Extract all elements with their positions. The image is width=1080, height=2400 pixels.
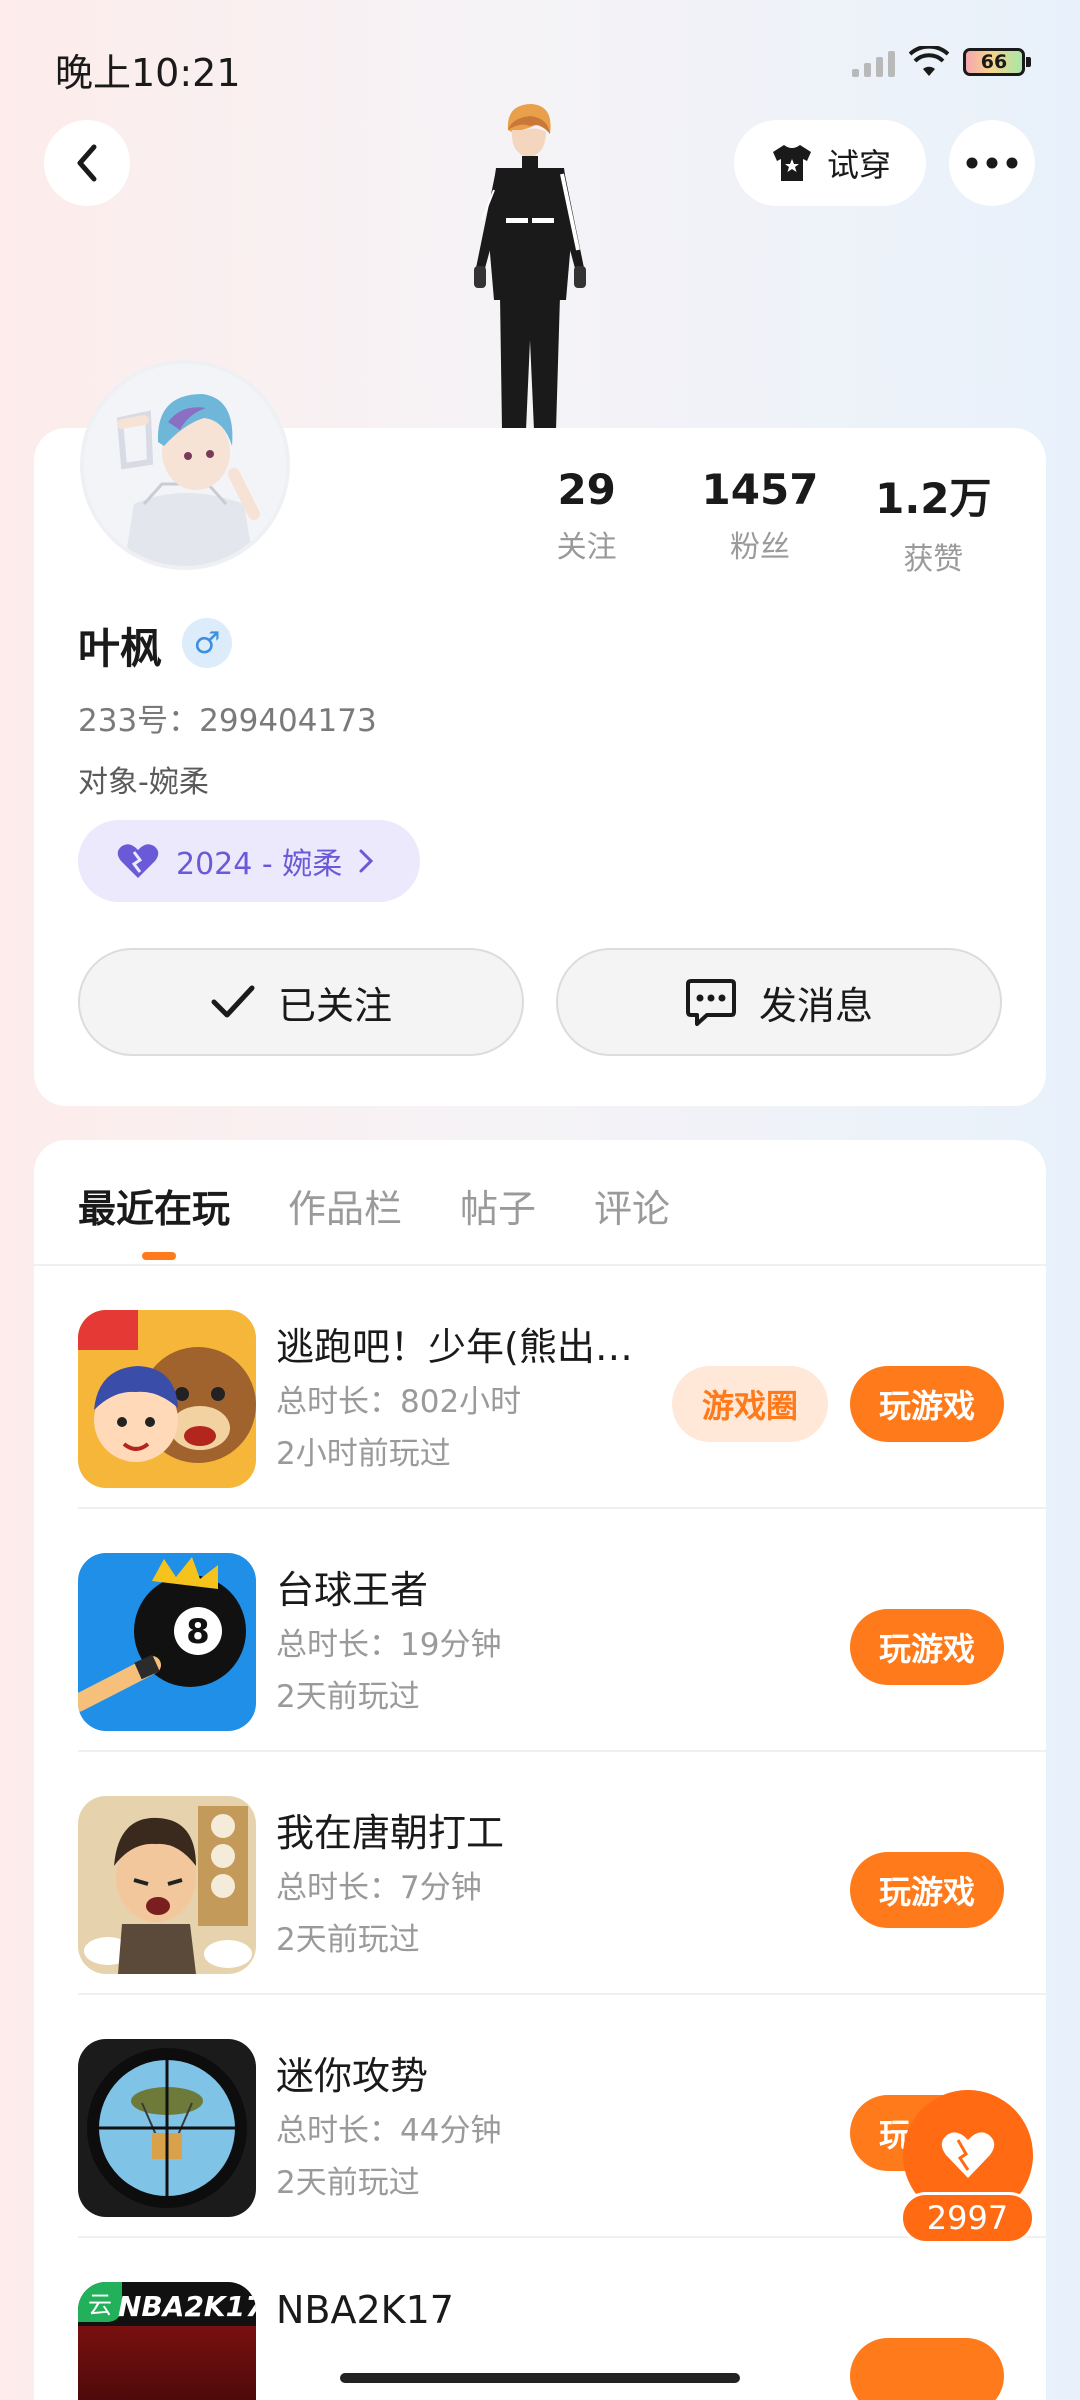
play-game-button[interactable]: 玩游戏 xyxy=(850,1852,1004,1928)
tab-recently-played[interactable]: 最近在玩 xyxy=(78,1178,230,1233)
cloud-game-tag: 云 xyxy=(78,2282,122,2322)
male-gender-icon: ♂ xyxy=(182,618,232,668)
svg-text:8: 8 xyxy=(186,1612,210,1652)
game-list-item[interactable]: 8 台球王者 总时长：19分钟 2天前玩过 玩游戏 xyxy=(34,1509,1046,1752)
stat-label: 获赞 xyxy=(903,542,964,577)
content-card: 最近在玩 作品栏 帖子 评论 逃跑吧！少年(熊出… 总时长：802小时 2小时前… xyxy=(34,1140,1046,2400)
game-icon-mini-offensive xyxy=(78,2039,256,2217)
more-button[interactable] xyxy=(949,120,1035,206)
send-message-label: 发消息 xyxy=(758,983,873,1028)
game-name: 台球王者 xyxy=(276,1568,429,1612)
user-avatar[interactable] xyxy=(80,360,290,570)
game-name: 我在唐朝打工 xyxy=(276,1811,505,1855)
game-icon-escape xyxy=(78,1310,256,1488)
game-total-time: 总时长：44分钟 xyxy=(276,2113,502,2149)
followed-button[interactable]: 已关注 xyxy=(78,948,524,1056)
chevron-right-icon xyxy=(359,849,374,873)
stat-followers[interactable]: 1457 粉丝 xyxy=(673,465,846,578)
username: 叶枫 xyxy=(78,624,163,673)
game-last-played: 2天前玩过 xyxy=(276,2165,420,2201)
game-last-played: 2天前玩过 xyxy=(276,1922,420,1958)
play-game-button[interactable]: 玩游戏 xyxy=(850,1366,1004,1442)
game-list-item[interactable]: 逃跑吧！少年(熊出… 总时长：802小时 2小时前玩过 游戏圈 玩游戏 xyxy=(34,1266,1046,1509)
game-circle-button[interactable]: 游戏圈 xyxy=(672,1366,828,1442)
stat-value: 1.2万 xyxy=(875,474,992,523)
game-icon-tang-dynasty xyxy=(78,1796,256,1974)
back-arrow-icon xyxy=(77,144,97,182)
tab-works[interactable]: 作品栏 xyxy=(288,1178,402,1233)
couple-badge-label: 2024 - 婉柔 xyxy=(176,847,343,882)
avatar-illustration xyxy=(84,364,286,566)
shirt-icon xyxy=(772,145,811,181)
play-game-button[interactable]: 玩游戏 xyxy=(850,1609,1004,1685)
play-game-button[interactable] xyxy=(850,2338,1004,2400)
couple-badge[interactable]: 2024 - 婉柔 xyxy=(78,820,420,902)
status-icons: 66 xyxy=(852,46,1031,78)
home-indicator[interactable] xyxy=(340,2373,740,2383)
game-name: 迷你攻势 xyxy=(276,2054,429,2098)
tab-comments[interactable]: 评论 xyxy=(594,1178,670,1233)
like-count: 2997 xyxy=(900,2192,1035,2244)
nba2k17-logo-text: NBA2K17 xyxy=(118,2290,256,2323)
signal-icon xyxy=(852,47,895,77)
heart-icon xyxy=(941,2132,995,2178)
send-message-button[interactable]: 发消息 xyxy=(556,948,1002,1056)
check-icon xyxy=(211,985,255,1018)
stat-following[interactable]: 29 关注 xyxy=(500,465,673,578)
game-last-played: 2天前玩过 xyxy=(276,1679,420,1715)
game-total-time: 总时长：802小时 xyxy=(276,1384,522,1420)
stat-value: 29 xyxy=(557,465,616,514)
stat-label: 粉丝 xyxy=(729,530,790,565)
game-total-time: 总时长：7分钟 xyxy=(276,1870,482,1906)
try-on-button[interactable]: 试穿 xyxy=(734,120,926,206)
game-list-item[interactable]: 迷你攻势 总时长：44分钟 2天前玩过 玩游戏 xyxy=(34,1995,1046,2238)
stat-likes[interactable]: 1.2万 获赞 xyxy=(847,465,1020,578)
game-icon-billiards: 8 xyxy=(78,1553,256,1731)
try-on-label: 试穿 xyxy=(826,146,891,184)
stat-label: 关注 xyxy=(556,530,617,565)
game-name: 逃跑吧！少年(熊出… xyxy=(276,1325,633,1369)
stat-value: 1457 xyxy=(701,465,819,514)
chat-bubble-icon xyxy=(685,979,736,1026)
wifi-icon xyxy=(909,46,949,76)
game-icon-nba2k17: 云 NBA2K17 xyxy=(78,2282,256,2400)
game-total-time: 总时长：19分钟 xyxy=(276,1627,502,1663)
status-time: 晚上10:21 xyxy=(55,51,241,95)
back-button[interactable] xyxy=(44,120,130,206)
heart-icon xyxy=(117,844,159,878)
avatar-figure-image xyxy=(474,104,586,430)
battery-icon: 66 xyxy=(963,48,1031,76)
tab-bar: 最近在玩 作品栏 帖子 评论 xyxy=(78,1178,670,1233)
profile-stats: 29 关注 1457 粉丝 1.2万 获赞 xyxy=(500,465,1020,578)
game-last-played: 2小时前玩过 xyxy=(276,1436,451,1472)
more-dots-icon xyxy=(966,157,1018,169)
followed-label: 已关注 xyxy=(277,983,392,1028)
user-id: 233号：299404173 xyxy=(78,703,377,739)
user-bio: 对象-婉柔 xyxy=(78,765,209,800)
game-name: NBA2K17 xyxy=(276,2288,454,2332)
tab-indicator xyxy=(142,1252,176,1260)
tab-posts[interactable]: 帖子 xyxy=(460,1178,536,1233)
game-list-item[interactable]: 我在唐朝打工 总时长：7分钟 2天前玩过 玩游戏 xyxy=(34,1752,1046,1995)
